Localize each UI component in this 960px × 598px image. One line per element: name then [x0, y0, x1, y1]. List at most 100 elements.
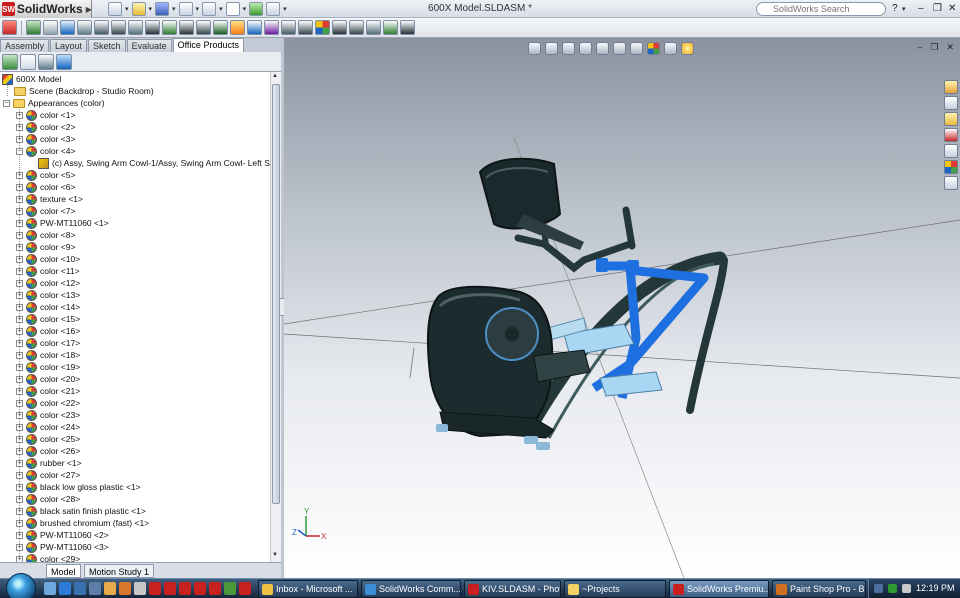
- zoom-to-area-icon[interactable]: [545, 41, 558, 55]
- expand-icon[interactable]: +: [16, 315, 23, 323]
- tab-motion-study[interactable]: Motion Study 1: [84, 564, 155, 578]
- media-player-icon[interactable]: [89, 582, 101, 595]
- tree-item[interactable]: + PW-MT11060 <1>: [16, 217, 109, 229]
- apply-scene-icon[interactable]: [664, 41, 677, 55]
- clearance-icon[interactable]: [247, 20, 262, 35]
- rebuild-icon[interactable]: [249, 2, 264, 16]
- hole-alignment-icon[interactable]: [264, 20, 279, 35]
- tree-item[interactable]: + color <1>: [16, 109, 75, 121]
- edrawings-icon[interactable]: [179, 582, 191, 595]
- design-library-icon[interactable]: [944, 96, 958, 110]
- tree-item[interactable]: + color <22>: [16, 397, 80, 409]
- linear-pattern-icon[interactable]: [60, 20, 75, 35]
- viewport-minimize-button[interactable]: –: [917, 42, 922, 53]
- expand-icon[interactable]: +: [16, 183, 23, 191]
- app-quicklaunch-icon[interactable]: [134, 582, 146, 595]
- volume-icon[interactable]: [902, 584, 911, 593]
- solidworks-quicklaunch-icon[interactable]: [149, 582, 161, 595]
- tree-item[interactable]: + color <16>: [16, 325, 80, 337]
- property-manager-icon[interactable]: [20, 53, 36, 70]
- tree-item[interactable]: + PW-MT11060 <3>: [16, 541, 109, 553]
- tree-item[interactable]: + black low gloss plastic <1>: [16, 481, 141, 493]
- tree-item[interactable]: + color <13>: [16, 289, 80, 301]
- start-button[interactable]: [6, 573, 36, 598]
- tree-scrollbar[interactable]: ▲ ▼: [270, 72, 281, 562]
- expand-icon[interactable]: +: [16, 303, 23, 311]
- expand-icon[interactable]: +: [16, 255, 23, 263]
- tree-item[interactable]: + color <8>: [16, 229, 75, 241]
- tree-item[interactable]: + color <19>: [16, 361, 80, 373]
- tree-item[interactable]: + color <2>: [16, 121, 75, 133]
- expand-icon[interactable]: +: [16, 243, 23, 251]
- taskbar-button-projects[interactable]: ~Projects: [564, 580, 666, 598]
- expand-icon[interactable]: +: [16, 279, 23, 287]
- save-icon[interactable]: [155, 2, 170, 16]
- interference-icon[interactable]: [230, 20, 245, 35]
- solidworks-explorer-icon[interactable]: [164, 582, 176, 595]
- firefox-icon[interactable]: [119, 582, 131, 595]
- viewport-close-button[interactable]: ✕: [946, 42, 954, 53]
- viewport-restore-button[interactable]: ❐: [930, 42, 938, 53]
- tree-item[interactable]: + color <25>: [16, 433, 80, 445]
- minimize-button[interactable]: –: [918, 3, 924, 14]
- tab-office-products[interactable]: Office Products: [172, 38, 244, 52]
- close-button[interactable]: ✕: [948, 3, 956, 14]
- photoworks-quicklaunch-icon[interactable]: [194, 582, 206, 595]
- tree-item[interactable]: + color <23>: [16, 409, 80, 421]
- expand-icon[interactable]: +: [16, 327, 23, 335]
- hide-show-items-icon[interactable]: [630, 41, 643, 55]
- view-palette-icon[interactable]: [944, 144, 958, 158]
- network-icon[interactable]: [888, 584, 897, 593]
- expand-icon[interactable]: +: [16, 387, 23, 395]
- zoom-to-fit-icon[interactable]: [528, 41, 541, 55]
- tab-layout[interactable]: Layout: [50, 39, 88, 52]
- expand-icon[interactable]: +: [16, 267, 23, 275]
- tree-item[interactable]: + color <7>: [16, 205, 75, 217]
- expand-icon[interactable]: +: [16, 111, 23, 119]
- taskbar-clock[interactable]: 12:19 PM: [916, 583, 955, 593]
- view-settings-icon[interactable]: [681, 41, 694, 55]
- expand-icon[interactable]: +: [16, 363, 23, 371]
- expand-icon[interactable]: +: [16, 531, 23, 539]
- show-desktop-icon[interactable]: [44, 582, 56, 595]
- tree-item[interactable]: + color <27>: [16, 469, 80, 481]
- file-explorer-icon[interactable]: [944, 112, 958, 126]
- insert-component-icon[interactable]: [26, 20, 41, 35]
- custom-properties-icon[interactable]: [944, 176, 958, 190]
- tab-evaluate[interactable]: Evaluate: [126, 39, 172, 52]
- scroll-up-icon[interactable]: ▲: [272, 73, 278, 79]
- taskbar-button-paintshop[interactable]: Paint Shop Pro - Br...: [772, 580, 866, 598]
- tree-item[interactable]: + color <21>: [16, 385, 80, 397]
- expand-icon[interactable]: +: [16, 543, 23, 551]
- expand-icon[interactable]: +: [16, 123, 23, 131]
- display-style-icon[interactable]: [613, 41, 626, 55]
- tree-item[interactable]: + color <15>: [16, 313, 80, 325]
- expand-icon[interactable]: +: [16, 399, 23, 407]
- graphics-area[interactable]: Y X Z – ❐ ✕: [284, 38, 960, 578]
- view-orientation-icon[interactable]: [596, 41, 609, 55]
- expand-icon[interactable]: +: [16, 435, 23, 443]
- open-folder-icon[interactable]: [131, 2, 146, 16]
- scroll-down-icon[interactable]: ▼: [272, 552, 278, 558]
- exploded-view-icon[interactable]: [196, 20, 211, 35]
- tree-item[interactable]: + color <6>: [16, 181, 75, 193]
- taskbar-button-solidworks[interactable]: SolidWorks Premiu...: [669, 580, 769, 598]
- appearance-icon[interactable]: [315, 20, 330, 35]
- help-dropdown-icon[interactable]: ▾: [902, 5, 906, 13]
- display-manager-icon[interactable]: [56, 53, 72, 70]
- lights-icon[interactable]: [400, 20, 415, 35]
- expand-icon[interactable]: +: [16, 171, 23, 179]
- expand-icon[interactable]: +: [16, 351, 23, 359]
- expand-icon[interactable]: +: [16, 375, 23, 383]
- tree-item[interactable]: + color <5>: [16, 169, 75, 181]
- feature-manager-icon[interactable]: [2, 53, 18, 70]
- decal-icon[interactable]: [383, 20, 398, 35]
- smart-fasteners-icon[interactable]: [77, 20, 92, 35]
- switch-windows-icon[interactable]: [74, 582, 86, 595]
- tree-item[interactable]: + color <14>: [16, 301, 80, 313]
- photoworks-icon[interactable]: [332, 20, 347, 35]
- show-hidden-icon[interactable]: [111, 20, 126, 35]
- expand-icon[interactable]: +: [16, 291, 23, 299]
- collapse-icon[interactable]: −: [16, 147, 23, 155]
- tree-item[interactable]: + color <26>: [16, 445, 80, 457]
